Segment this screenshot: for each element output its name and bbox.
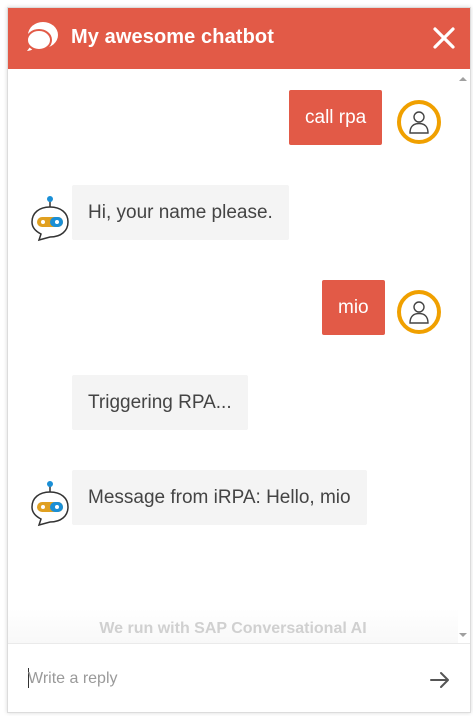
message-text: Hi, your name please. xyxy=(88,201,273,223)
user-avatar xyxy=(397,290,441,334)
bot-message: Message from iRPA: Hello, mio xyxy=(72,470,367,525)
user-message: call rpa xyxy=(289,90,383,145)
scroll-up-icon[interactable] xyxy=(459,75,467,83)
message-list: call rpa Hi, your name please. mio Trigg… xyxy=(8,69,470,643)
reply-composer xyxy=(8,643,470,712)
chat-bubble-icon xyxy=(26,22,58,51)
bot-message: Hi, your name please. xyxy=(72,185,289,240)
chat-widget: My awesome chatbot call rpa Hi, your nam… xyxy=(7,7,471,713)
user-icon xyxy=(409,111,429,134)
message-scrollbar[interactable] xyxy=(456,69,470,643)
chat-title: My awesome chatbot xyxy=(71,26,274,48)
message-text: Message from iRPA: Hello, mio xyxy=(88,486,351,508)
message-text: call rpa xyxy=(305,106,367,128)
user-message: mio xyxy=(322,280,385,335)
message-text: Triggering RPA... xyxy=(88,391,232,413)
message-text: mio xyxy=(338,296,369,318)
reply-input[interactable] xyxy=(28,666,408,692)
bot-avatar xyxy=(31,196,69,242)
arrow-right-icon[interactable] xyxy=(428,668,452,692)
scroll-down-icon[interactable] xyxy=(459,631,467,639)
close-icon[interactable] xyxy=(432,26,456,50)
powered-by-text: We run with SAP Conversational AI xyxy=(8,609,458,643)
bot-message: Triggering RPA... xyxy=(72,375,248,430)
chat-header: My awesome chatbot xyxy=(8,8,470,69)
user-avatar xyxy=(397,100,441,144)
bot-avatar xyxy=(31,481,69,527)
user-icon xyxy=(409,301,429,324)
